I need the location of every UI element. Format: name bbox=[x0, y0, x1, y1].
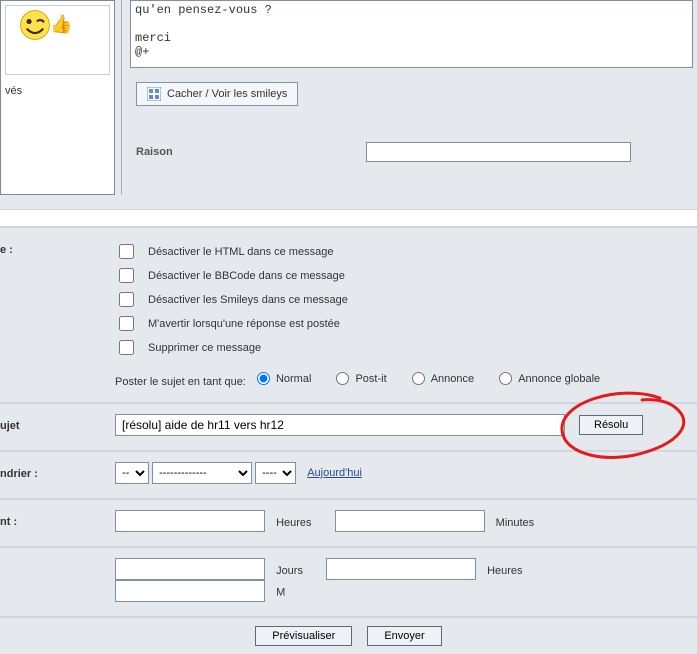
post-as-global-radio[interactable] bbox=[499, 372, 512, 385]
heures-label: Heures bbox=[487, 565, 522, 577]
subject-label: ujet bbox=[0, 414, 115, 436]
grid-icon bbox=[147, 87, 161, 101]
post-as-postit-radio[interactable] bbox=[336, 372, 349, 385]
calendar-month-select[interactable]: ------------- bbox=[152, 462, 252, 484]
toggle-smileys-button[interactable]: Cacher / Voir les smileys bbox=[136, 82, 298, 106]
disable-html-checkbox[interactable] bbox=[119, 244, 134, 259]
calendar-day-select[interactable]: -- bbox=[115, 462, 149, 484]
time-label: nt : bbox=[0, 510, 115, 532]
delete-checkbox[interactable] bbox=[119, 340, 134, 355]
disable-smileys-label: Désactiver les Smileys dans ce message bbox=[148, 294, 348, 306]
post-as-annonce-label: Annonce bbox=[431, 373, 474, 385]
wink-smiley-icon[interactable] bbox=[18, 8, 52, 42]
resolu-button[interactable]: Résolu bbox=[579, 415, 643, 435]
message-textarea[interactable]: qu'en pensez-vous ? merci @+ bbox=[130, 0, 693, 68]
smiley-palette: 👍 vés bbox=[0, 0, 115, 195]
disable-bbcode-checkbox[interactable] bbox=[119, 268, 134, 283]
duration-label bbox=[0, 558, 115, 602]
post-as-label: Poster le sujet en tant que: bbox=[115, 376, 246, 388]
thumbs-up-icon[interactable]: 👍 bbox=[50, 14, 72, 35]
notify-label: M'avertir lorsqu'une réponse est postée bbox=[148, 318, 340, 330]
today-link[interactable]: Aujourd'hui bbox=[307, 467, 362, 479]
hours-label: Heures bbox=[276, 517, 311, 529]
jours-input[interactable] bbox=[115, 558, 265, 580]
delete-label: Supprimer ce message bbox=[148, 342, 261, 354]
post-as-annonce-radio[interactable] bbox=[412, 372, 425, 385]
smiley-box[interactable]: 👍 bbox=[5, 5, 110, 75]
post-as-normal-label: Normal bbox=[276, 373, 311, 385]
notify-checkbox[interactable] bbox=[119, 316, 134, 331]
minutes-label: Minutes bbox=[496, 517, 535, 529]
post-as-postit-label: Post-it bbox=[355, 373, 386, 385]
smiley-panel-caption: vés bbox=[5, 85, 110, 97]
preview-button[interactable]: Prévisualiser bbox=[255, 626, 352, 646]
calendar-label: ndrier : bbox=[0, 462, 115, 484]
raison-label: Raison bbox=[136, 146, 366, 158]
submit-button[interactable]: Envoyer bbox=[367, 626, 441, 646]
post-as-global-label: Annonce globale bbox=[518, 373, 600, 385]
disable-bbcode-label: Désactiver le BBCode dans ce message bbox=[148, 270, 345, 282]
raison-input[interactable] bbox=[366, 142, 631, 162]
subject-input[interactable] bbox=[115, 414, 565, 436]
post-as-normal-radio[interactable] bbox=[257, 372, 270, 385]
heures-input[interactable] bbox=[326, 558, 476, 580]
disable-html-label: Désactiver le HTML dans ce message bbox=[148, 246, 333, 258]
options-section-label: e : bbox=[0, 238, 115, 388]
hours-input[interactable] bbox=[115, 510, 265, 532]
jours-label: Jours bbox=[276, 565, 303, 577]
calendar-year-select[interactable]: ---- bbox=[255, 462, 296, 484]
m-label: M bbox=[276, 587, 285, 599]
m-input[interactable] bbox=[115, 580, 265, 602]
toggle-smileys-label: Cacher / Voir les smileys bbox=[167, 88, 287, 100]
minutes-input[interactable] bbox=[335, 510, 485, 532]
disable-smileys-checkbox[interactable] bbox=[119, 292, 134, 307]
